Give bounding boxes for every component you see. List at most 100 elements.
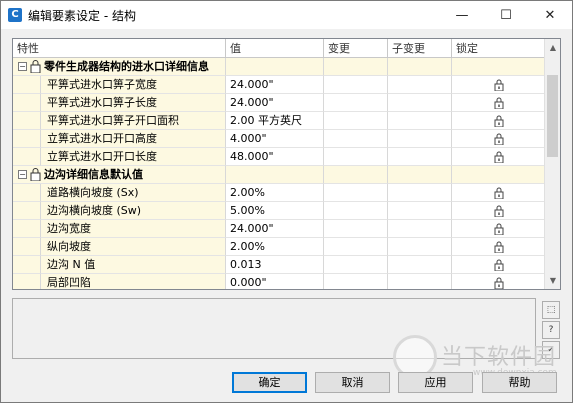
lock-icon[interactable] bbox=[494, 241, 504, 254]
property-name: 平箅式进水口箅子长度 bbox=[41, 94, 226, 112]
ok-button[interactable]: 确定 bbox=[232, 372, 307, 393]
lock-icon[interactable] bbox=[494, 277, 504, 289]
lock-icon[interactable] bbox=[494, 205, 504, 218]
property-name: 纵向坡度 bbox=[41, 238, 226, 256]
lock-icon[interactable] bbox=[494, 223, 504, 236]
property-name: 边沟 N 值 bbox=[41, 256, 226, 274]
group-empty-cell bbox=[324, 166, 388, 184]
group-header-cell: − 零件生成器结构的进水口详细信息 bbox=[13, 58, 226, 76]
row-gutter bbox=[13, 76, 41, 94]
maximize-button[interactable]: ☐ bbox=[484, 1, 528, 29]
change-cell bbox=[324, 220, 388, 238]
property-value[interactable]: 48.000" bbox=[226, 148, 324, 166]
property-grid[interactable]: 特性 值 变更 子变更 锁定 − 零件生成器结构的进水口详细信息平箅式进水口箅子宽… bbox=[12, 38, 561, 290]
expand-collapse-button[interactable]: ⬚ bbox=[542, 301, 560, 319]
watermark-text: 当下软件园 bbox=[441, 345, 557, 370]
property-name: 边沟横向坡度 (Sw) bbox=[41, 202, 226, 220]
property-row[interactable]: 立箅式进水口开口高度 4.000" bbox=[13, 130, 546, 148]
row-gutter bbox=[13, 130, 41, 148]
property-row[interactable]: 道路横向坡度 (Sx) 2.00% bbox=[13, 184, 546, 202]
collapse-toggle-icon[interactable]: − bbox=[18, 62, 27, 71]
vertical-scrollbar[interactable]: ▲ ▼ bbox=[544, 39, 560, 289]
lock-group-icon bbox=[30, 168, 41, 182]
column-header-value[interactable]: 值 bbox=[226, 39, 324, 58]
group-header-cell: − 边沟详细信息默认值 bbox=[13, 166, 226, 184]
property-value[interactable]: 5.00% bbox=[226, 202, 324, 220]
lock-cell bbox=[452, 94, 546, 112]
row-gutter bbox=[13, 148, 41, 166]
group-empty-cell bbox=[324, 58, 388, 76]
cancel-button[interactable]: 取消 bbox=[315, 372, 390, 393]
group-empty-cell bbox=[226, 58, 324, 76]
sub-change-cell bbox=[388, 238, 452, 256]
scroll-up-arrow-icon[interactable]: ▲ bbox=[545, 39, 560, 56]
lock-cell bbox=[452, 256, 546, 274]
property-row[interactable]: 边沟 N 值 0.013 bbox=[13, 256, 546, 274]
change-cell bbox=[324, 202, 388, 220]
window-controls: — ☐ ✕ bbox=[440, 1, 572, 29]
property-row[interactable]: 平箅式进水口箅子开口面积 2.00 平方英尺 bbox=[13, 112, 546, 130]
lock-cell bbox=[452, 184, 546, 202]
sub-change-cell bbox=[388, 274, 452, 289]
group-empty-cell bbox=[388, 166, 452, 184]
property-row[interactable]: 平箅式进水口箅子长度 24.000" bbox=[13, 94, 546, 112]
lock-icon[interactable] bbox=[494, 259, 504, 272]
change-cell bbox=[324, 76, 388, 94]
lock-cell bbox=[452, 130, 546, 148]
change-cell bbox=[324, 94, 388, 112]
column-header-property[interactable]: 特性 bbox=[13, 39, 226, 58]
sub-change-cell bbox=[388, 94, 452, 112]
change-cell bbox=[324, 112, 388, 130]
group-row[interactable]: − 边沟详细信息默认值 bbox=[13, 166, 546, 184]
property-value[interactable]: 0.000" bbox=[226, 274, 324, 289]
lock-icon[interactable] bbox=[494, 79, 504, 92]
property-row[interactable]: 平箅式进水口箅子宽度 24.000" bbox=[13, 76, 546, 94]
property-value[interactable]: 24.000" bbox=[226, 76, 324, 94]
sub-change-cell bbox=[388, 184, 452, 202]
help-button[interactable]: 帮助 bbox=[482, 372, 557, 393]
property-value[interactable]: 2.00% bbox=[226, 184, 324, 202]
scroll-down-arrow-icon[interactable]: ▼ bbox=[545, 272, 560, 289]
property-name: 立箅式进水口开口高度 bbox=[41, 130, 226, 148]
group-row[interactable]: − 零件生成器结构的进水口详细信息 bbox=[13, 58, 546, 76]
collapse-toggle-icon[interactable]: − bbox=[18, 170, 27, 179]
app-icon: C bbox=[8, 8, 22, 22]
scrollbar-thumb[interactable] bbox=[547, 75, 558, 157]
property-name: 平箅式进水口箅子宽度 bbox=[41, 76, 226, 94]
lock-icon[interactable] bbox=[494, 151, 504, 164]
minimize-button[interactable]: — bbox=[440, 1, 484, 29]
property-name: 立箅式进水口开口长度 bbox=[41, 148, 226, 166]
close-button[interactable]: ✕ bbox=[528, 1, 572, 29]
property-value[interactable]: 0.013 bbox=[226, 256, 324, 274]
row-gutter bbox=[13, 274, 41, 289]
column-header-lock[interactable]: 锁定 bbox=[452, 39, 546, 58]
column-header-change[interactable]: 变更 bbox=[324, 39, 388, 58]
property-value[interactable]: 2.00% bbox=[226, 238, 324, 256]
column-header-sub-change[interactable]: 子变更 bbox=[388, 39, 452, 58]
lock-cell bbox=[452, 274, 546, 289]
property-row[interactable]: 边沟横向坡度 (Sw) 5.00% bbox=[13, 202, 546, 220]
title-bar: C 编辑要素设定 - 结构 — ☐ ✕ bbox=[1, 1, 572, 29]
property-value[interactable]: 24.000" bbox=[226, 94, 324, 112]
lock-cell bbox=[452, 220, 546, 238]
row-gutter bbox=[13, 256, 41, 274]
lock-icon[interactable] bbox=[494, 115, 504, 128]
row-gutter bbox=[13, 94, 41, 112]
row-gutter bbox=[13, 184, 41, 202]
property-row[interactable]: 立箅式进水口开口长度 48.000" bbox=[13, 148, 546, 166]
property-row[interactable]: 局部凹陷 0.000" bbox=[13, 274, 546, 289]
lock-icon[interactable] bbox=[494, 133, 504, 146]
property-row[interactable]: 纵向坡度 2.00% bbox=[13, 238, 546, 256]
property-name: 平箅式进水口箅子开口面积 bbox=[41, 112, 226, 130]
group-label: 零件生成器结构的进水口详细信息 bbox=[44, 60, 209, 73]
lock-icon[interactable] bbox=[494, 97, 504, 110]
change-cell bbox=[324, 184, 388, 202]
property-row[interactable]: 边沟宽度 24.000" bbox=[13, 220, 546, 238]
property-value[interactable]: 24.000" bbox=[226, 220, 324, 238]
sub-change-cell bbox=[388, 76, 452, 94]
property-value[interactable]: 2.00 平方英尺 bbox=[226, 112, 324, 130]
apply-button[interactable]: 应用 bbox=[398, 372, 473, 393]
property-value[interactable]: 4.000" bbox=[226, 130, 324, 148]
lock-cell bbox=[452, 148, 546, 166]
lock-icon[interactable] bbox=[494, 187, 504, 200]
